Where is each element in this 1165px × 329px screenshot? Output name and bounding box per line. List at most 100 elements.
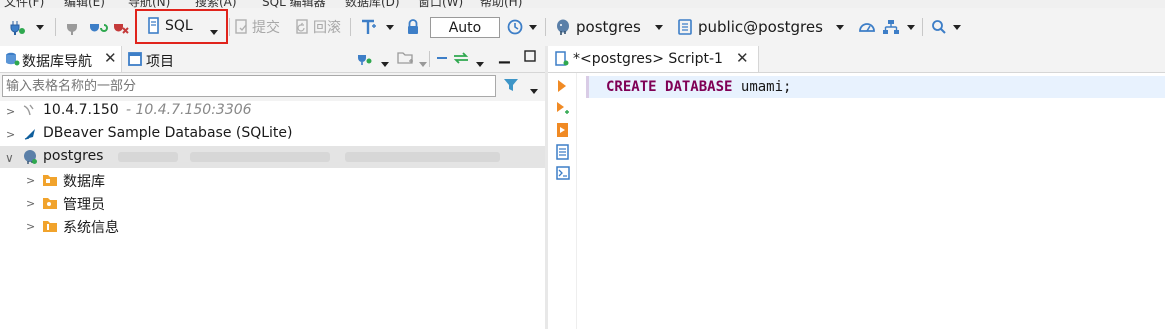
tab-script-1[interactable]: *<postgres> Script-1 ✕ bbox=[548, 46, 759, 72]
transaction-log-button[interactable] bbox=[506, 16, 524, 38]
navigator-filter-row bbox=[0, 73, 545, 101]
search-button[interactable] bbox=[931, 16, 947, 38]
invalidate-reconnect-button[interactable] bbox=[88, 16, 108, 38]
close-icon[interactable]: ✕ bbox=[104, 49, 117, 67]
sql-keyword: DATABASE bbox=[665, 79, 733, 95]
chevron-down-icon bbox=[381, 62, 389, 67]
commit-label: 提交 bbox=[252, 20, 280, 36]
tab-projects[interactable]: 项目 bbox=[128, 46, 188, 72]
script-run-icon bbox=[556, 123, 570, 142]
rollback-button[interactable]: 回滚 bbox=[296, 16, 341, 38]
database-navigator-panel: 数据库导航 ✕ 项目 ▁ > bbox=[0, 46, 545, 329]
tab-database-navigator-label: 数据库导航 bbox=[22, 54, 92, 70]
active-datasource-selector[interactable]: postgres bbox=[555, 16, 641, 38]
transaction-mode-dropdown[interactable] bbox=[386, 16, 394, 38]
redacted-connection-detail bbox=[345, 152, 500, 162]
table-name-filter-input[interactable] bbox=[2, 75, 496, 97]
tree-item-label: 管理员 bbox=[63, 197, 105, 213]
menu-database[interactable]: 数据库(D) bbox=[345, 0, 400, 8]
navigator-new-connection-button[interactable] bbox=[356, 50, 372, 70]
chevron-right-icon[interactable]: > bbox=[6, 128, 15, 141]
menu-navigate[interactable]: 导航(N) bbox=[128, 0, 170, 8]
tree-item-administrators[interactable]: > 管理员 bbox=[0, 192, 545, 214]
new-connection-button[interactable] bbox=[8, 16, 26, 38]
filter-button[interactable] bbox=[503, 77, 521, 97]
transaction-mode-select[interactable]: Auto bbox=[430, 17, 500, 38]
disconnect-button[interactable] bbox=[112, 16, 130, 38]
toolbar-separator bbox=[545, 18, 546, 36]
menu-search[interactable]: 搜索(A) bbox=[195, 0, 237, 8]
editor-tab-bar: *<postgres> Script-1 ✕ bbox=[548, 46, 1165, 73]
er-diagram-dropdown[interactable] bbox=[907, 16, 915, 38]
schema-dropdown[interactable] bbox=[836, 16, 844, 38]
toolbar-separator bbox=[229, 18, 230, 36]
play-icon bbox=[556, 80, 568, 97]
menu-window[interactable]: 窗口(W) bbox=[418, 0, 463, 8]
link-with-editor-button[interactable] bbox=[452, 50, 470, 70]
minimize-icon[interactable]: ▁ bbox=[499, 48, 510, 64]
navigator-connection-dropdown[interactable] bbox=[381, 56, 389, 71]
er-diagram-button[interactable] bbox=[882, 16, 900, 38]
collapse-all-button[interactable] bbox=[434, 50, 450, 70]
datasource-dropdown[interactable] bbox=[655, 16, 663, 38]
new-folder-dropdown[interactable] bbox=[419, 56, 427, 71]
sql-dropdown-arrow[interactable] bbox=[210, 24, 218, 39]
chevron-down-icon bbox=[476, 62, 484, 67]
chevron-right-icon[interactable]: > bbox=[26, 197, 35, 210]
tree-item-system-info[interactable]: > 系统信息 bbox=[0, 215, 545, 237]
view-menu-dropdown[interactable] bbox=[476, 56, 484, 71]
chevron-right-icon[interactable]: > bbox=[26, 174, 35, 187]
execute-statement-button[interactable] bbox=[556, 79, 568, 97]
execute-script-button[interactable] bbox=[556, 122, 570, 142]
chevron-down-icon bbox=[36, 24, 44, 30]
rollback-icon bbox=[296, 19, 310, 35]
commit-icon bbox=[235, 19, 249, 35]
menu-file[interactable]: 文件(F) bbox=[4, 0, 44, 8]
execute-in-new-tab-button[interactable] bbox=[556, 101, 570, 119]
output-console-button[interactable] bbox=[556, 166, 570, 184]
toolbar-separator bbox=[55, 18, 56, 36]
menu-sql-editor[interactable]: SQL 编辑器 bbox=[262, 0, 326, 8]
close-icon[interactable]: ✕ bbox=[736, 49, 749, 67]
menu-help[interactable]: 帮助(H) bbox=[480, 0, 522, 8]
connect-button[interactable] bbox=[64, 16, 80, 38]
sql-editor-button[interactable]: SQL bbox=[135, 9, 228, 44]
tree-item-sqlite-sample[interactable]: > DBeaver Sample Database (SQLite) bbox=[0, 123, 545, 145]
sql-code-line[interactable]: CREATE DATABASE umami; bbox=[606, 79, 791, 95]
execution-plan-button[interactable] bbox=[556, 144, 570, 164]
chevron-right-icon[interactable]: > bbox=[6, 105, 15, 118]
menu-bar: 文件(F) 编辑(E) 导航(N) 搜索(A) SQL 编辑器 数据库(D) 窗… bbox=[0, 0, 1165, 8]
redacted-connection-detail bbox=[190, 152, 330, 162]
schema-label: public@postgres bbox=[698, 18, 823, 36]
navigator-tab-bar: 数据库导航 ✕ 项目 ▁ bbox=[0, 46, 545, 73]
tree-item-postgres[interactable]: ∨ postgres bbox=[0, 146, 545, 168]
tree-item-databases[interactable]: > 数据库 bbox=[0, 169, 545, 191]
link-arrows-icon bbox=[452, 52, 470, 70]
search-icon bbox=[931, 18, 947, 36]
commit-button[interactable]: 提交 bbox=[235, 16, 280, 38]
active-schema-selector[interactable]: public@postgres bbox=[677, 16, 823, 38]
plug-add-icon bbox=[356, 52, 372, 70]
datasource-label: postgres bbox=[576, 18, 641, 36]
menu-edit[interactable]: 编辑(E) bbox=[64, 0, 105, 8]
chevron-right-icon[interactable]: > bbox=[26, 220, 35, 233]
lock-button[interactable] bbox=[406, 16, 420, 38]
chevron-down-icon bbox=[655, 24, 663, 30]
rollback-label: 回滚 bbox=[313, 20, 341, 36]
dashboard-button[interactable] bbox=[858, 16, 876, 38]
postgres-elephant-icon bbox=[555, 18, 571, 36]
chevron-down-icon[interactable]: ∨ bbox=[5, 151, 14, 165]
tree-item-mysql-connection[interactable]: > 10.4.7.150 - 10.4.7.150:3306 bbox=[0, 100, 545, 122]
transaction-mode-button[interactable] bbox=[360, 16, 378, 38]
maximize-icon[interactable] bbox=[524, 50, 536, 66]
search-dropdown[interactable] bbox=[953, 16, 961, 38]
filter-dropdown[interactable] bbox=[530, 83, 538, 98]
sql-editor-panel: *<postgres> Script-1 ✕ CREATE DATABASE u… bbox=[548, 46, 1165, 329]
schema-icon bbox=[677, 18, 693, 36]
tab-database-navigator[interactable]: 数据库导航 ✕ bbox=[0, 46, 122, 72]
sqlite-icon bbox=[23, 127, 37, 145]
new-connection-dropdown[interactable] bbox=[36, 16, 44, 38]
console-icon bbox=[556, 166, 570, 184]
transaction-log-dropdown[interactable] bbox=[529, 16, 537, 38]
new-folder-button[interactable] bbox=[397, 50, 415, 70]
